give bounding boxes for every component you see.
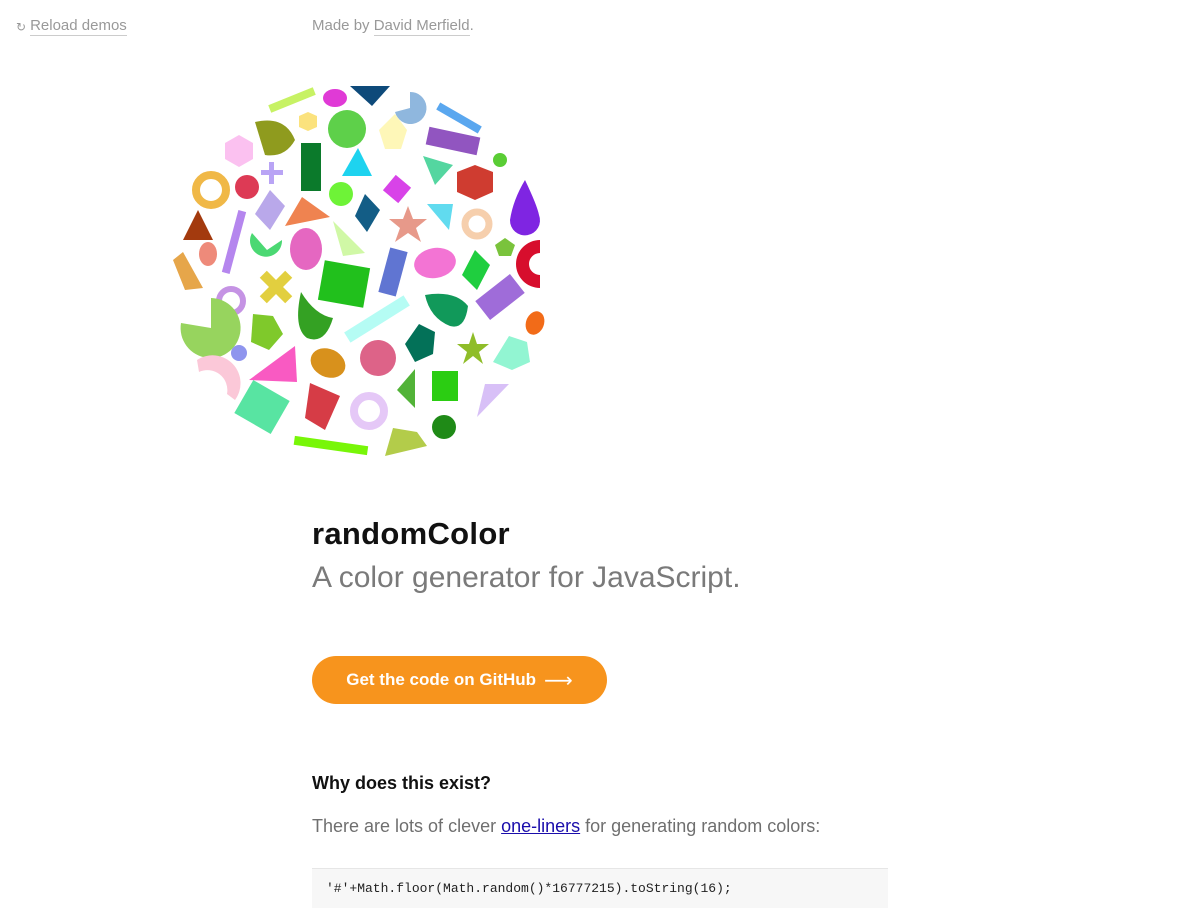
shape xyxy=(360,340,396,376)
shape xyxy=(475,273,525,321)
shape xyxy=(251,314,283,350)
shape xyxy=(423,156,453,185)
shape xyxy=(305,383,340,430)
shape xyxy=(414,247,456,279)
shape xyxy=(342,148,372,176)
shape xyxy=(301,143,321,191)
shape xyxy=(234,380,290,434)
shape xyxy=(378,247,408,297)
shape xyxy=(328,110,366,148)
shape xyxy=(255,190,285,230)
shape xyxy=(495,238,515,256)
shape xyxy=(436,102,482,134)
shape xyxy=(493,153,507,167)
arrow-right-icon: ⟶ xyxy=(544,669,573,692)
shape xyxy=(333,221,365,256)
shape xyxy=(350,86,390,106)
shape xyxy=(389,206,427,242)
shape xyxy=(173,252,203,290)
shape xyxy=(509,180,540,236)
page-title: randomColor xyxy=(312,516,510,551)
code-block: '#'+Math.floor(Math.random()*16777215).t… xyxy=(312,868,888,908)
shape xyxy=(477,384,509,417)
shape xyxy=(310,348,346,378)
shape xyxy=(461,208,493,240)
shape xyxy=(427,204,453,230)
shape xyxy=(221,210,247,274)
shape xyxy=(235,175,259,199)
shape xyxy=(183,210,213,240)
credit-prefix: Made by xyxy=(312,17,374,34)
one-liners-link[interactable]: one-liners xyxy=(501,816,580,836)
random-shapes-illustration xyxy=(173,86,545,456)
shape xyxy=(432,415,456,439)
credit-line: Made by David Merfield. xyxy=(312,17,474,36)
shape xyxy=(525,311,545,335)
why-text-before: There are lots of clever xyxy=(312,816,502,836)
shape xyxy=(457,165,493,200)
shape xyxy=(350,392,388,430)
shape xyxy=(355,194,380,232)
shape xyxy=(261,170,283,175)
shape xyxy=(425,293,468,327)
shape xyxy=(493,336,530,370)
author-link[interactable]: David Merfield xyxy=(373,17,470,36)
reload-demos-link[interactable]: ↻ Reload demos xyxy=(16,17,127,36)
shape xyxy=(290,228,322,270)
shape xyxy=(250,233,283,257)
shape xyxy=(299,112,317,131)
shape xyxy=(293,435,369,456)
reload-icon: ↻ xyxy=(16,19,27,34)
shape xyxy=(516,240,540,288)
shape xyxy=(382,174,412,204)
shape xyxy=(268,87,316,113)
shape xyxy=(395,91,427,124)
page-subtitle: A color generator for JavaScript. xyxy=(312,561,741,594)
shape xyxy=(199,242,217,266)
why-text-after: for generating random colors: xyxy=(580,816,821,836)
shape xyxy=(317,260,371,308)
github-button[interactable]: Get the code on GitHub ⟶ xyxy=(312,656,607,704)
shape xyxy=(329,182,353,206)
shape xyxy=(425,126,481,156)
shape xyxy=(249,346,297,382)
shape xyxy=(405,324,435,362)
credit-suffix: . xyxy=(469,17,474,34)
why-paragraph: There are lots of clever one-liners for … xyxy=(312,816,820,837)
shape xyxy=(285,197,330,226)
shape xyxy=(462,250,490,290)
shape xyxy=(180,298,241,358)
shape xyxy=(192,171,230,209)
shape xyxy=(255,120,295,156)
shape xyxy=(432,371,458,401)
code-snippet: '#'+Math.floor(Math.random()*16777215).t… xyxy=(326,881,732,896)
shape xyxy=(225,135,253,167)
shape xyxy=(397,369,415,408)
shape xyxy=(197,355,241,400)
shape xyxy=(323,89,347,107)
why-heading: Why does this exist? xyxy=(312,773,492,793)
shape xyxy=(385,428,427,456)
shape xyxy=(457,332,489,364)
reload-demos-label[interactable]: Reload demos xyxy=(30,17,127,36)
github-button-label: Get the code on GitHub xyxy=(346,670,537,689)
shape xyxy=(231,345,247,361)
